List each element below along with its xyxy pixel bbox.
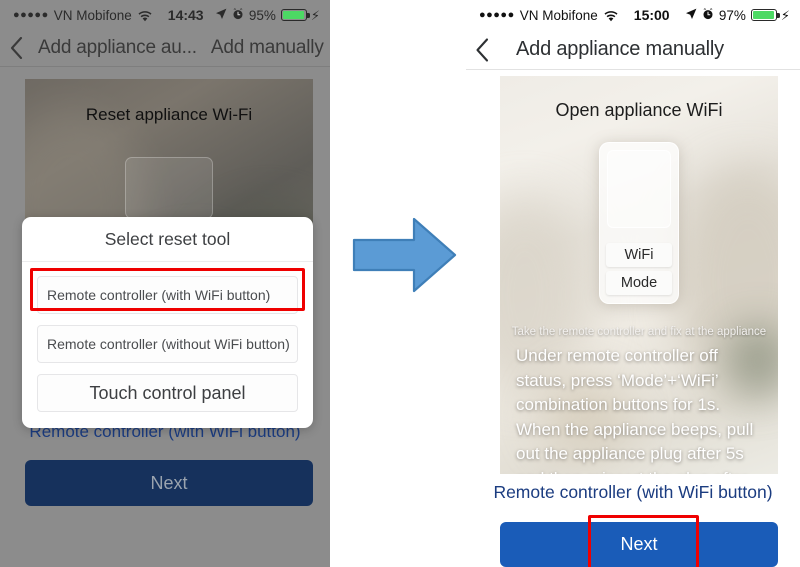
dialog-title: Select reset tool [22, 217, 313, 262]
comparison-stage: ●●●●● VN Mobifone 14:43 95% ⚡ Add applia… [0, 0, 800, 567]
wifi-icon [138, 10, 152, 21]
select-reset-tool-dialog: Select reset tool Remote controller (wit… [22, 217, 313, 428]
next-button[interactable]: Next [25, 460, 313, 506]
hero-caption: Take the remote controller and fix at th… [511, 326, 767, 338]
left-status-bar: ●●●●● VN Mobifone 14:43 95% ⚡ [0, 0, 330, 30]
clock-time: 14:43 [167, 7, 204, 23]
left-page-body: Reset appliance Wi-Fi combination button… [0, 67, 330, 567]
alarm-clock-icon [702, 7, 714, 23]
location-arrow-icon [685, 8, 697, 23]
signal-strength-dots-icon: ●●●●● [13, 8, 49, 21]
lightning-bolt-icon: ⚡ [310, 7, 320, 23]
status-bar-left-group: ●●●●● VN Mobifone 14:43 [13, 7, 204, 23]
location-arrow-icon [215, 8, 227, 23]
remote-controller-illustration: WiFi Mode [599, 142, 679, 304]
status-bar-right-group: 97% ⚡ [685, 8, 790, 23]
lightning-bolt-icon: ⚡ [780, 7, 790, 23]
signal-strength-dots-icon: ●●●●● [479, 8, 515, 21]
option-remote-without-wifi[interactable]: Remote controller (without WiFi button) [37, 325, 298, 363]
remote-wifi-button: WiFi [606, 243, 672, 267]
right-phone-screenshot: ●●●●● VN Mobifone 15:00 97% ⚡ Add applia… [466, 0, 800, 567]
status-bar-left-group: ●●●●● VN Mobifone 15:00 [479, 7, 670, 23]
remote-screen [607, 150, 671, 228]
battery-percent-label: 95% [248, 7, 276, 23]
alarm-clock-icon [232, 7, 244, 23]
back-chevron-icon[interactable] [0, 37, 32, 59]
hero-instructions-text: Under remote controller off status, pres… [516, 346, 754, 474]
battery-icon [280, 9, 310, 21]
page-title: Add appliance manually [516, 38, 724, 60]
carrier-name: VN Mobifone [53, 7, 132, 23]
nav-tab-add-manually[interactable]: Add manually [211, 37, 324, 59]
option-row-1: Remote controller (with WiFi button) [30, 268, 305, 314]
battery-icon [750, 9, 780, 21]
option-remote-with-wifi[interactable]: Remote controller (with WiFi button) [37, 276, 298, 314]
page-title-truncated: Add appliance au... [38, 37, 197, 58]
left-phone-screenshot: ●●●●● VN Mobifone 14:43 95% ⚡ Add applia… [0, 0, 330, 567]
right-page-body: Open appliance WiFi WiFi Mode Take the r… [466, 70, 800, 567]
remote-mode-button: Mode [606, 271, 672, 295]
right-status-bar: ●●●●● VN Mobifone 15:00 97% ⚡ [466, 0, 800, 30]
next-button[interactable]: Next [500, 522, 778, 567]
battery-percent-label: 97% [718, 7, 746, 23]
dialog-options-list: Remote controller (with WiFi button) Rem… [22, 262, 313, 428]
hero-device-graphic [125, 157, 213, 219]
carrier-name: VN Mobifone [519, 7, 598, 23]
back-chevron-icon[interactable] [466, 37, 498, 62]
right-nav-bar: Add appliance manually [466, 30, 800, 70]
right-arrow-icon [352, 215, 457, 295]
option-touch-control-panel[interactable]: Touch control panel [37, 374, 298, 412]
clock-time: 15:00 [633, 7, 670, 23]
wifi-icon [604, 10, 618, 21]
open-appliance-wifi-image-panel: Open appliance WiFi WiFi Mode Take the r… [500, 76, 778, 474]
hero-title: Reset appliance Wi-Fi [85, 105, 253, 124]
hero-title: Open appliance WiFi [555, 100, 723, 120]
status-bar-right-group: 95% ⚡ [215, 8, 320, 23]
reset-tool-link[interactable]: Remote controller (with WiFi button) [466, 482, 800, 503]
left-nav-bar: Add appliance au... Add manually [0, 30, 330, 67]
